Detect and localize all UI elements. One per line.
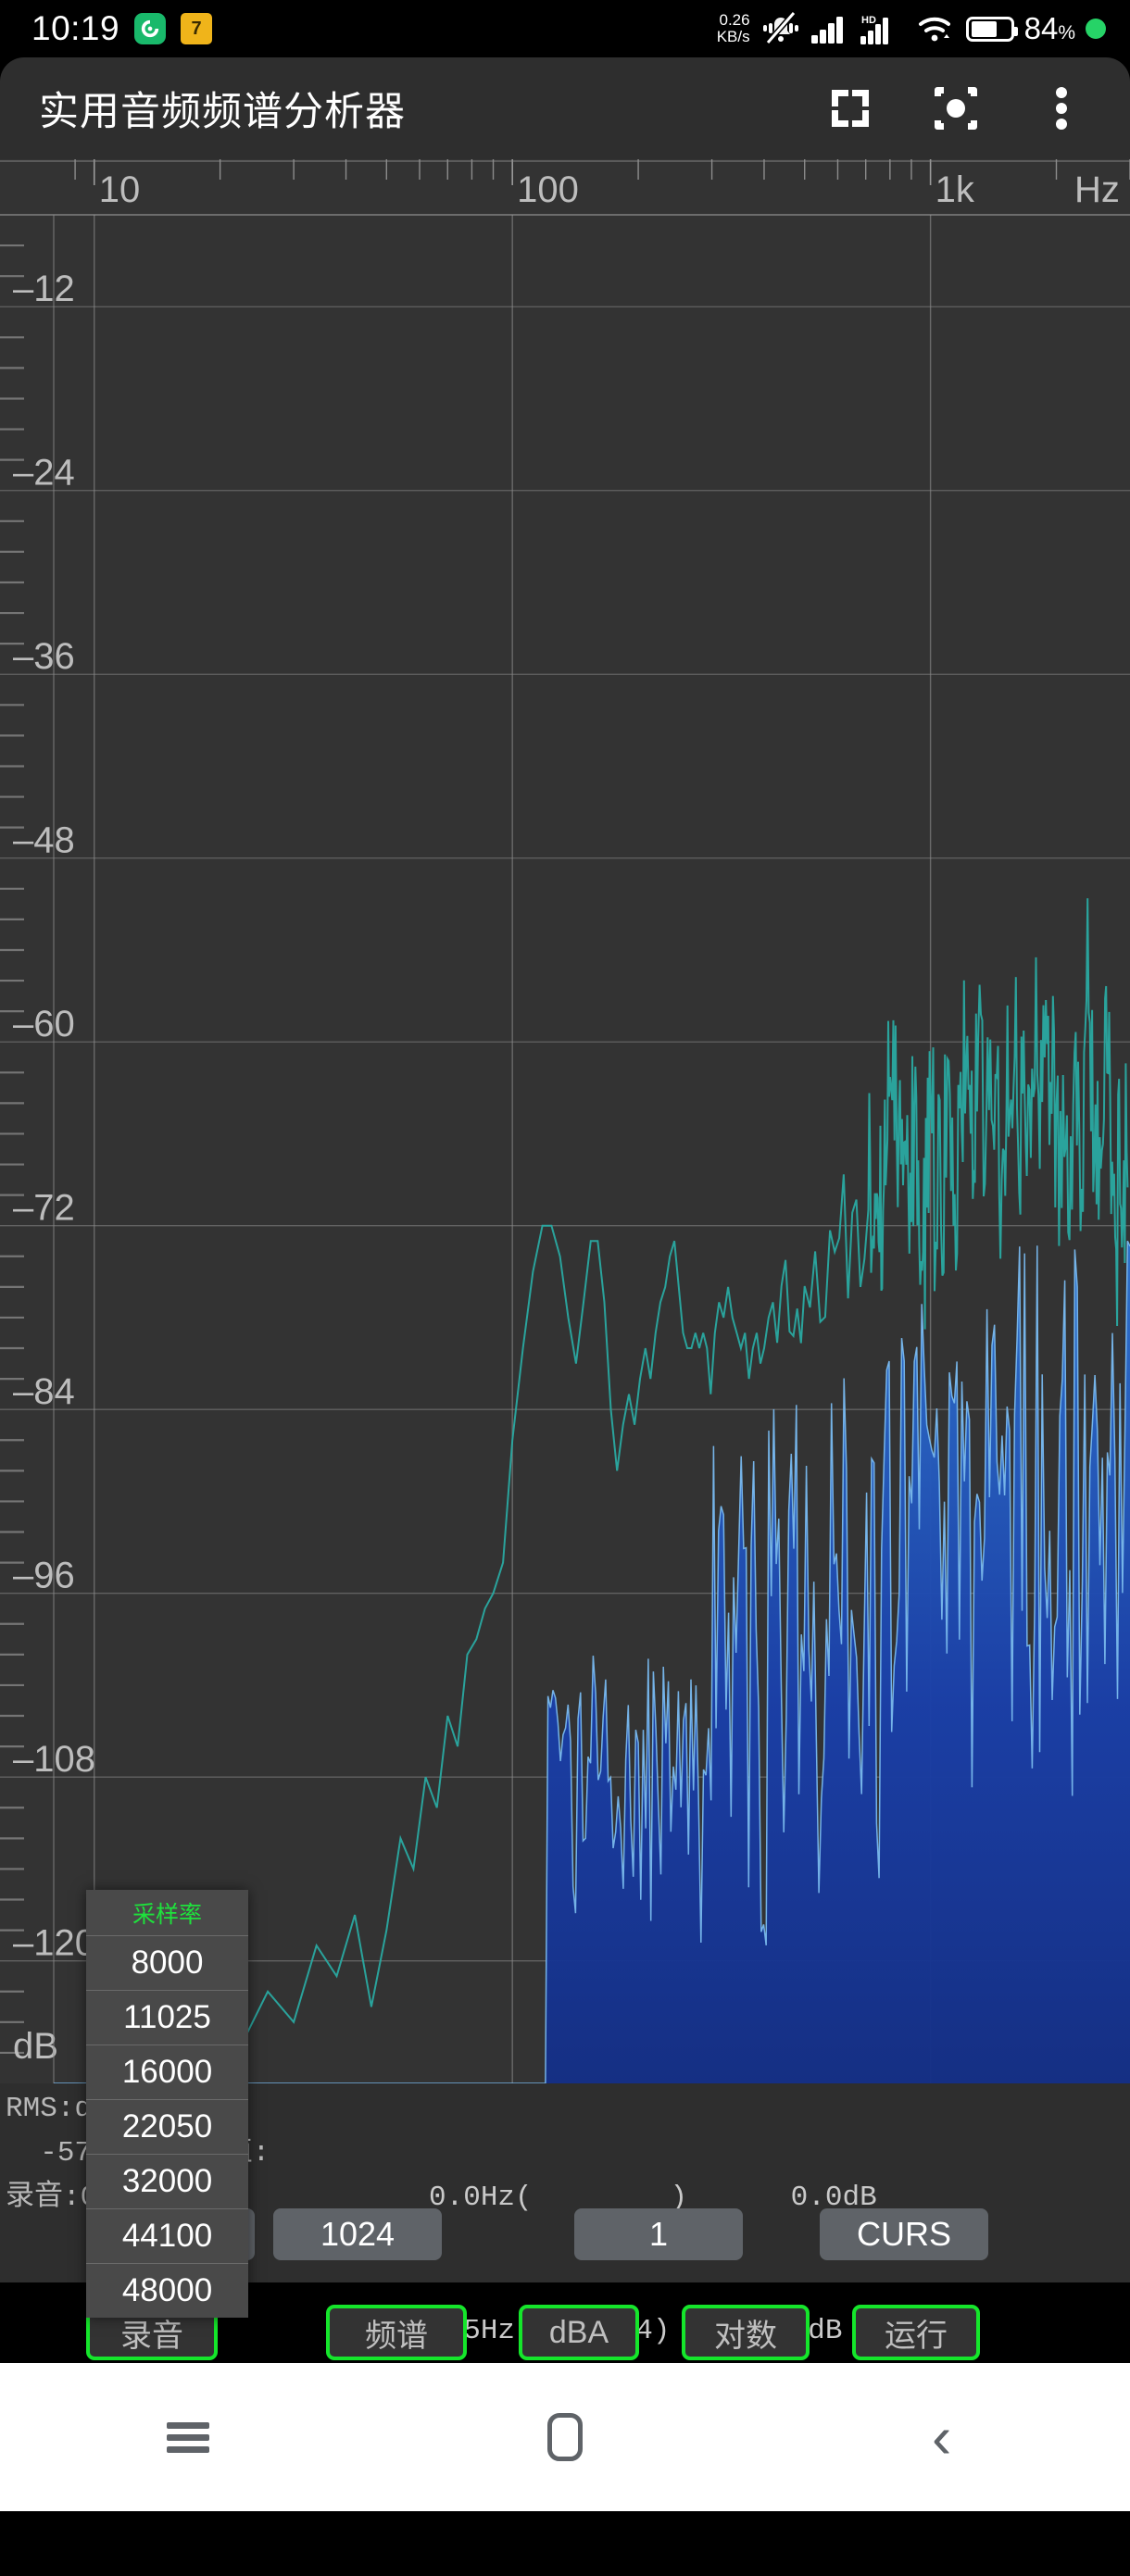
svg-text:–36: –36 xyxy=(13,636,75,677)
wifi-icon xyxy=(918,17,950,42)
app-bar-actions xyxy=(824,82,1087,134)
signal-bars-icon xyxy=(810,17,843,44)
fft-size-button[interactable]: 1024 xyxy=(273,2208,442,2260)
status-clock: 10:19 xyxy=(31,9,120,47)
fullscreen-icon[interactable] xyxy=(824,82,876,134)
dropdown-item-48000[interactable]: 48000 xyxy=(86,2263,248,2318)
spectrum-chart[interactable]: 10 100 1k Hz –12 –24 –36 –48 –60 –72 –84 –96 –108 –12… xyxy=(0,159,1130,2083)
log-scale-button[interactable]: 对数 xyxy=(682,2305,810,2360)
dropdown-item-32000[interactable]: 32000 xyxy=(86,2154,248,2208)
spectrum-mode-button[interactable]: 频谱 xyxy=(326,2305,467,2360)
battery-icon xyxy=(965,16,1018,42)
svg-text:–24: –24 xyxy=(13,453,75,494)
app-bar: 实用音频频谱分析器 xyxy=(0,57,1130,159)
system-nav-bar: ‹ xyxy=(0,2363,1130,2511)
svg-text:100: 100 xyxy=(517,169,579,210)
svg-text:–72: –72 xyxy=(13,1188,75,1229)
network-speed: 0.26 KB/s xyxy=(717,12,750,45)
dropdown-title: 采样率 xyxy=(132,1902,202,1928)
svg-text:–84: –84 xyxy=(13,1371,75,1412)
svg-text:dB: dB xyxy=(13,2026,58,2067)
overflow-menu-icon[interactable] xyxy=(1036,82,1087,134)
network-speed-value: 0.26 xyxy=(719,11,750,29)
dropdown-item-8000[interactable]: 8000 xyxy=(86,1935,248,1990)
mute-bell-icon xyxy=(762,12,798,44)
status-icons: 0.26 KB/s HD 84% xyxy=(717,11,1106,46)
hd-signal-icon: HD xyxy=(860,15,888,44)
svg-text:HD: HD xyxy=(861,15,876,26)
svg-text:–60: –60 xyxy=(13,1004,75,1044)
dropdown-item-11025[interactable]: 11025 xyxy=(86,1990,248,2045)
back-icon[interactable]: ‹ xyxy=(910,2405,974,2470)
app-icon-yellow: 7 xyxy=(181,13,213,44)
recents-icon[interactable] xyxy=(156,2405,220,2470)
network-speed-unit: KB/s xyxy=(716,28,750,45)
home-icon[interactable] xyxy=(533,2405,597,2470)
svg-text:1k: 1k xyxy=(935,169,975,210)
svg-text:10: 10 xyxy=(99,169,141,210)
battery-percent: 84% xyxy=(1023,11,1075,45)
recording-dot-icon xyxy=(1086,19,1106,39)
svg-text:–48: –48 xyxy=(13,820,75,861)
dropdown-item-22050[interactable]: 22050 xyxy=(86,2099,248,2154)
page-title: 实用音频频谱分析器 xyxy=(39,90,406,134)
svg-text:–12: –12 xyxy=(13,269,75,309)
average-button[interactable]: 1 xyxy=(574,2208,743,2260)
sample-rate-dropdown[interactable]: 采样率 8000 11025 16000 22050 32000 44100 4… xyxy=(86,1890,248,2318)
focus-target-icon[interactable] xyxy=(930,82,982,134)
status-bar: 10:19 7 0.26 KB/s HD 84% xyxy=(0,0,1130,57)
wechat-icon xyxy=(134,13,167,44)
dropdown-item-44100[interactable]: 44100 xyxy=(86,2208,248,2263)
svg-text:–96: –96 xyxy=(13,1556,75,1596)
spectrum-canvas[interactable]: 10 100 1k Hz–12–24–36–48–60–72–84–96–108–12… xyxy=(0,159,1130,2083)
weighting-button[interactable]: dBA xyxy=(519,2305,639,2360)
svg-text:Hz: Hz xyxy=(1074,169,1120,210)
dropdown-item-16000[interactable]: 16000 xyxy=(86,2045,248,2099)
cursor-button[interactable]: CURS xyxy=(820,2208,988,2260)
run-button[interactable]: 运行 xyxy=(852,2305,980,2360)
